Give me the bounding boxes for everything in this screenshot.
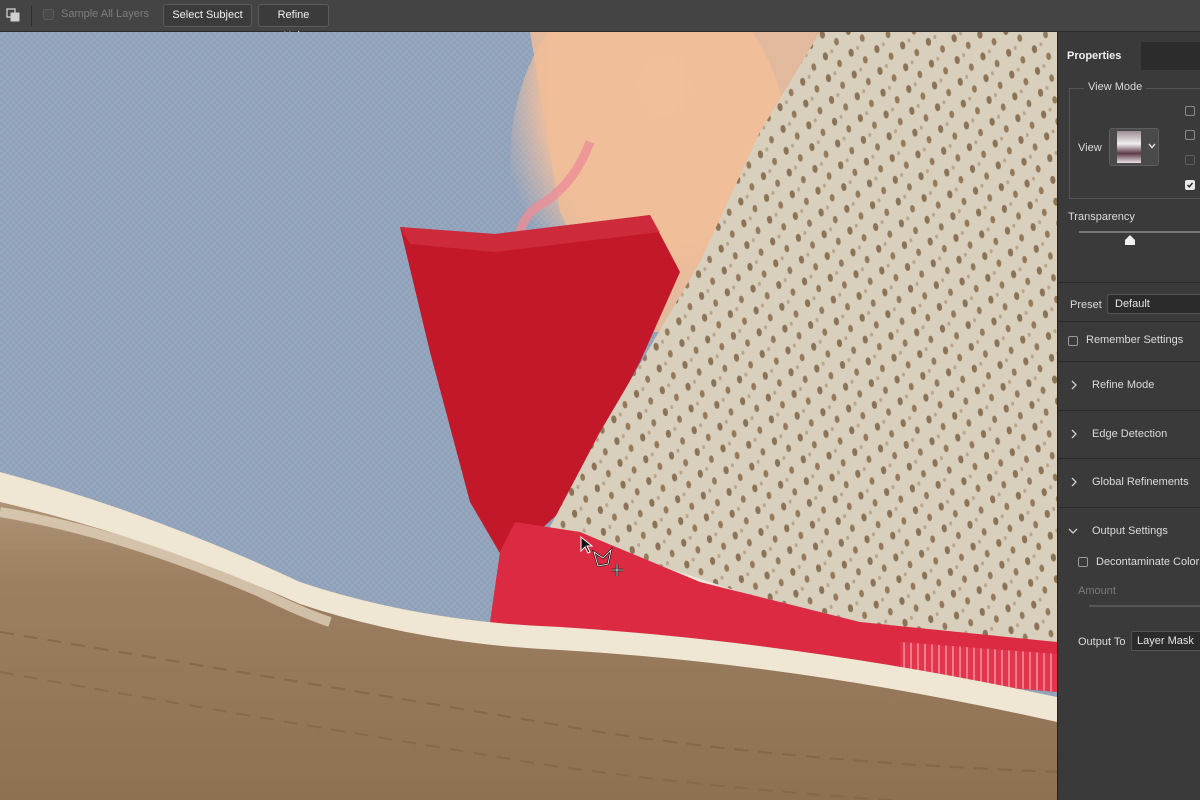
chevron-right-icon[interactable]	[1070, 429, 1078, 439]
remember-settings-checkbox[interactable]	[1068, 336, 1078, 346]
chevron-down-icon[interactable]	[1068, 527, 1078, 535]
view-mode-dropdown[interactable]	[1109, 128, 1159, 166]
amount-label: Amount	[1078, 585, 1116, 597]
options-bar: Sample All Layers Select Subject Refine …	[0, 0, 1200, 42]
sample-all-layers-checkbox[interactable]	[43, 9, 54, 20]
section-global-refinements[interactable]: Global Refinements	[1092, 476, 1189, 488]
divider	[1058, 282, 1200, 283]
high-quality-preview-checkbox[interactable]	[1185, 180, 1195, 190]
realtime-refinement-checkbox[interactable]	[1185, 155, 1195, 165]
divider	[1058, 321, 1200, 322]
refine-hair-button[interactable]: Refine Hair	[258, 4, 329, 42]
view-mode-title: View Mode	[1084, 81, 1147, 93]
refine-edge-tool-icon[interactable]	[6, 8, 20, 22]
section-refine-mode[interactable]: Refine Mode	[1092, 379, 1154, 391]
section-edge-detection[interactable]: Edge Detection	[1092, 428, 1167, 440]
view-label: View	[1078, 142, 1102, 154]
divider	[1058, 507, 1200, 508]
check-icon	[1187, 182, 1194, 188]
preset-dropdown[interactable]: Default	[1107, 294, 1200, 314]
decontaminate-colors-checkbox[interactable]	[1078, 557, 1088, 567]
panel-tab-strip: Properties	[1058, 42, 1200, 70]
tab-properties[interactable]: Properties	[1058, 42, 1141, 70]
properties-panel: Properties View Mode View Transparency P…	[1057, 32, 1200, 800]
divider	[1058, 458, 1200, 459]
image-canvas[interactable]	[0, 32, 1057, 800]
show-original-checkbox[interactable]	[1185, 130, 1195, 140]
amount-slider[interactable]	[1089, 605, 1200, 607]
chevron-right-icon[interactable]	[1070, 380, 1078, 390]
sample-all-layers-label: Sample All Layers	[61, 8, 150, 20]
chevron-right-icon[interactable]	[1070, 477, 1078, 487]
transparency-slider[interactable]	[1079, 231, 1200, 233]
transparency-label: Transparency	[1068, 211, 1135, 223]
select-subject-button[interactable]: Select Subject	[163, 4, 252, 27]
slider-thumb-icon[interactable]	[1124, 235, 1136, 245]
remember-settings-label: Remember Settings	[1086, 334, 1184, 346]
decontaminate-colors-label: Decontaminate Colors	[1096, 556, 1200, 568]
section-output-settings[interactable]: Output Settings	[1092, 525, 1168, 537]
show-edge-checkbox[interactable]	[1185, 106, 1195, 116]
canvas-image	[0, 32, 1057, 800]
preset-label: Preset	[1070, 299, 1102, 311]
view-thumbnail	[1117, 131, 1141, 163]
output-to-label: Output To	[1078, 636, 1126, 648]
toolbar-divider	[31, 6, 32, 26]
divider	[1058, 410, 1200, 411]
divider	[1058, 361, 1200, 362]
chevron-down-icon	[1148, 143, 1156, 149]
output-to-dropdown[interactable]: Layer Mask	[1131, 631, 1200, 651]
